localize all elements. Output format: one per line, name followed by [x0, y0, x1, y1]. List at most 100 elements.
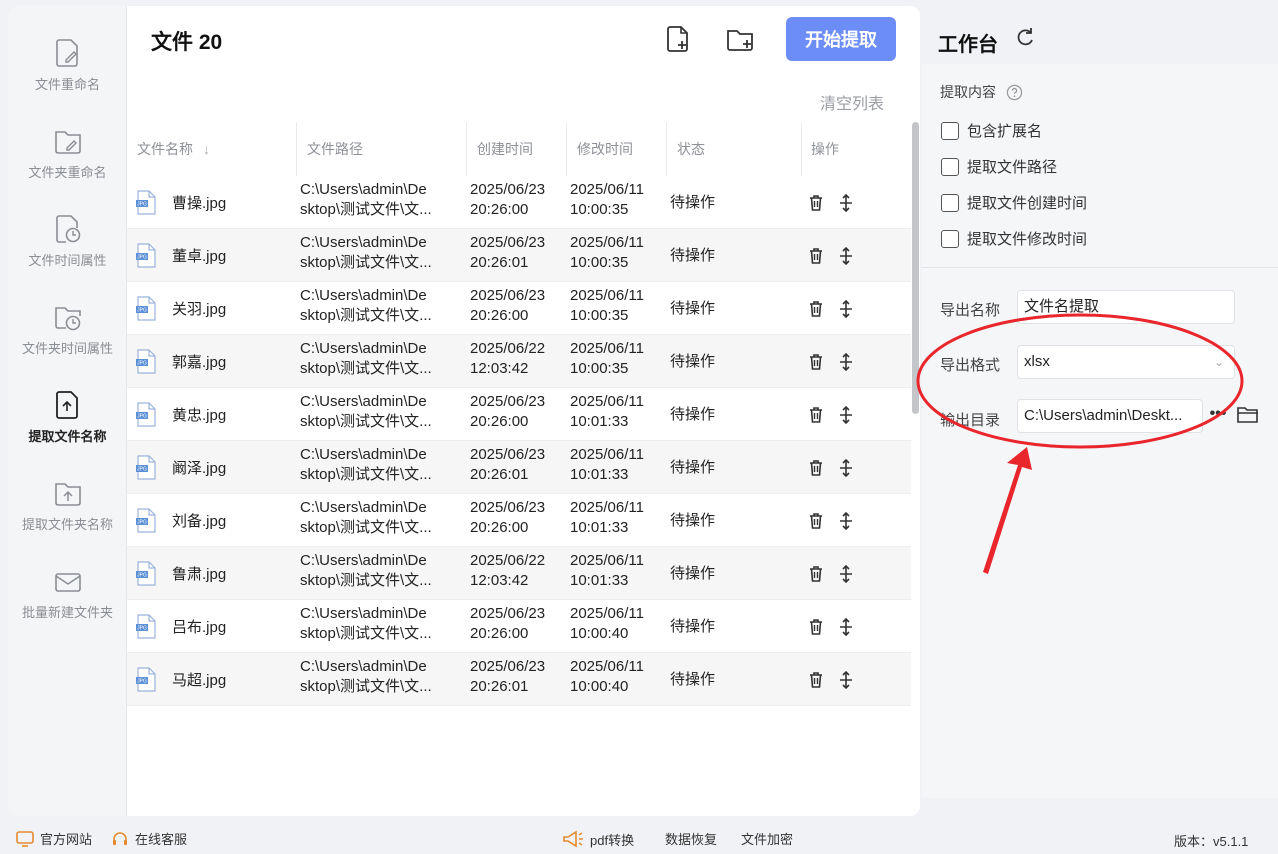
- file-path-cell: C:\Users\admin\De sktop\测试文件\文...: [300, 605, 432, 642]
- sidebar-item-file-time[interactable]: 文件时间属性: [8, 210, 127, 290]
- column-header-created: 创建时间: [477, 141, 533, 157]
- sidebar-item-folder-time[interactable]: 文件夹时间属性: [8, 298, 127, 378]
- sort-down-icon[interactable]: ↓: [203, 122, 210, 176]
- move-handle-icon[interactable]: [837, 352, 855, 371]
- modified-time-cell: 2025/06/11 10:01:33: [570, 552, 644, 589]
- move-handle-icon[interactable]: [837, 564, 855, 583]
- sidebar-item-label: 文件时间属性: [28, 253, 107, 268]
- output-dir-input[interactable]: C:\Users\admin\Deskt...: [1017, 399, 1203, 433]
- table-row[interactable]: JPG 吕布.jpg C:\Users\admin\De sktop\测试文件\文..…: [127, 600, 911, 653]
- sidebar-item-batch-new-folder[interactable]: 批量新建文件夹: [8, 562, 127, 642]
- svg-text:JPG: JPG: [137, 307, 147, 313]
- output-dir-label: 输出目录: [940, 412, 1001, 429]
- trash-icon[interactable]: [807, 671, 825, 689]
- table-row[interactable]: JPG 郭嘉.jpg C:\Users\admin\De sktop\测试文件\文..…: [127, 335, 911, 388]
- export-format-select[interactable]: xlsx ⌄: [1017, 345, 1235, 379]
- data-recovery-link[interactable]: 数据恢复: [665, 829, 717, 848]
- trash-icon[interactable]: [807, 353, 825, 371]
- status-cell: 待操作: [670, 671, 716, 688]
- table-row[interactable]: JPG 阚泽.jpg C:\Users\admin\De sktop\测试文件\文..…: [127, 441, 911, 494]
- trash-icon[interactable]: [807, 194, 825, 212]
- clear-list-button[interactable]: 清空列表: [820, 90, 884, 114]
- svg-text:JPG: JPG: [137, 201, 147, 207]
- table-row[interactable]: JPG 关羽.jpg C:\Users\admin\De sktop\测试文件\文..…: [127, 282, 911, 335]
- modified-time-cell: 2025/06/11 10:00:35: [570, 287, 644, 324]
- actions-cell: [807, 176, 907, 229]
- help-icon[interactable]: [1006, 84, 1023, 101]
- move-handle-icon[interactable]: [837, 299, 855, 318]
- jpg-file-icon: JPG: [136, 613, 156, 639]
- svg-text:JPG: JPG: [137, 254, 147, 260]
- official-website-link[interactable]: 官方网站: [16, 829, 92, 848]
- sidebar-item-label: 文件重命名: [34, 77, 100, 92]
- modified-time-cell: 2025/06/11 10:01:33: [570, 499, 644, 536]
- trash-icon[interactable]: [807, 565, 825, 583]
- actions-cell: [807, 388, 907, 441]
- created-time-cell: 2025/06/23 20:26:00: [470, 393, 546, 430]
- table-row[interactable]: JPG 马超.jpg C:\Users\admin\De sktop\测试文件\文..…: [127, 653, 911, 706]
- file-path-cell: C:\Users\admin\De sktop\测试文件\文...: [300, 446, 432, 483]
- move-handle-icon[interactable]: [837, 458, 855, 477]
- move-handle-icon[interactable]: [837, 405, 855, 424]
- file-name: 刘备.jpg: [172, 513, 227, 530]
- trash-icon[interactable]: [807, 300, 825, 318]
- trash-icon[interactable]: [807, 406, 825, 424]
- file-encrypt-link[interactable]: 文件加密: [741, 829, 793, 848]
- trash-icon[interactable]: [807, 512, 825, 530]
- add-folder-icon[interactable]: [725, 24, 755, 54]
- vertical-scrollbar[interactable]: [912, 122, 919, 414]
- sidebar-item-file-rename[interactable]: 文件重命名: [8, 34, 127, 114]
- table-row[interactable]: JPG 董卓.jpg C:\Users\admin\De sktop\测试文件\文..…: [127, 229, 911, 282]
- move-handle-icon[interactable]: [837, 246, 855, 265]
- checkbox[interactable]: [941, 157, 959, 176]
- jpg-file-icon: JPG: [136, 560, 156, 586]
- online-support-link[interactable]: 在线客服: [111, 829, 187, 848]
- refresh-icon[interactable]: [1014, 26, 1036, 48]
- table-row[interactable]: JPG 黄忠.jpg C:\Users\admin\De sktop\测试文件\文..…: [127, 388, 911, 441]
- column-header-name[interactable]: 文件名称 ↓: [127, 122, 297, 176]
- sidebar-item-folder-rename[interactable]: 文件夹重命名: [8, 122, 127, 202]
- option-extract-modified-time[interactable]: 提取文件修改时间: [941, 228, 1087, 249]
- workbench-title: 工作台: [938, 34, 998, 56]
- trash-icon[interactable]: [807, 247, 825, 265]
- move-handle-icon[interactable]: [837, 511, 855, 530]
- sidebar-item-extract-file-name[interactable]: 提取文件名称: [8, 386, 127, 466]
- browse-more-button[interactable]: •••: [1204, 399, 1232, 433]
- move-handle-icon[interactable]: [837, 193, 855, 212]
- trash-icon[interactable]: [807, 618, 825, 636]
- trash-icon[interactable]: [807, 459, 825, 477]
- option-extract-created-time[interactable]: 提取文件创建时间: [941, 192, 1087, 213]
- start-extract-button[interactable]: 开始提取: [786, 17, 896, 61]
- modified-time-cell: 2025/06/11 10:01:33: [570, 393, 644, 430]
- move-handle-icon[interactable]: [837, 670, 855, 689]
- file-name-cell: JPG 吕布.jpg: [135, 600, 226, 653]
- option-extract-path[interactable]: 提取文件路径: [941, 156, 1057, 177]
- file-list-panel: 文件 20 开始提取 清空列表 文件名称 ↓ 文件路径 创建时间 修改时间 状态 …: [127, 6, 920, 816]
- file-name: 郭嘉.jpg: [172, 354, 227, 371]
- table-row[interactable]: JPG 鲁肃.jpg C:\Users\admin\De sktop\测试文件\文..…: [127, 547, 911, 600]
- actions-cell: [807, 335, 907, 388]
- extract-content-label: 提取内容: [940, 82, 1023, 102]
- pdf-convert-link[interactable]: pdf转换: [562, 829, 634, 849]
- table-row[interactable]: JPG 刘备.jpg C:\Users\admin\De sktop\测试文件\文..…: [127, 494, 911, 547]
- column-header-status: 状态: [677, 141, 705, 157]
- file-name-cell: JPG 董卓.jpg: [135, 229, 226, 282]
- checkbox[interactable]: [941, 121, 959, 140]
- add-file-icon[interactable]: [663, 24, 693, 54]
- status-cell: 待操作: [670, 300, 716, 317]
- file-name-cell: JPG 刘备.jpg: [135, 494, 226, 547]
- export-name-input[interactable]: 文件名提取: [1017, 290, 1235, 324]
- option-include-extension[interactable]: 包含扩展名: [941, 120, 1042, 141]
- sidebar-item-label: 提取文件夹名称: [21, 517, 113, 532]
- table-row[interactable]: JPG 曹操.jpg C:\Users\admin\De sktop\测试文件\文..…: [127, 176, 911, 229]
- file-edit-icon: [55, 39, 78, 67]
- sidebar-item-extract-folder-name[interactable]: 提取文件夹名称: [8, 474, 127, 554]
- sidebar: 文件重命名 文件夹重命名 文件时间属性 文件夹时间属性 提取文件名称 提取文件夹…: [8, 6, 127, 816]
- checkbox[interactable]: [941, 193, 959, 212]
- open-folder-icon[interactable]: [1237, 405, 1259, 425]
- status-cell: 待操作: [670, 618, 716, 635]
- move-handle-icon[interactable]: [837, 617, 855, 636]
- file-name: 黄忠.jpg: [172, 407, 227, 424]
- column-header-actions: 操作: [811, 141, 839, 157]
- checkbox[interactable]: [941, 229, 959, 248]
